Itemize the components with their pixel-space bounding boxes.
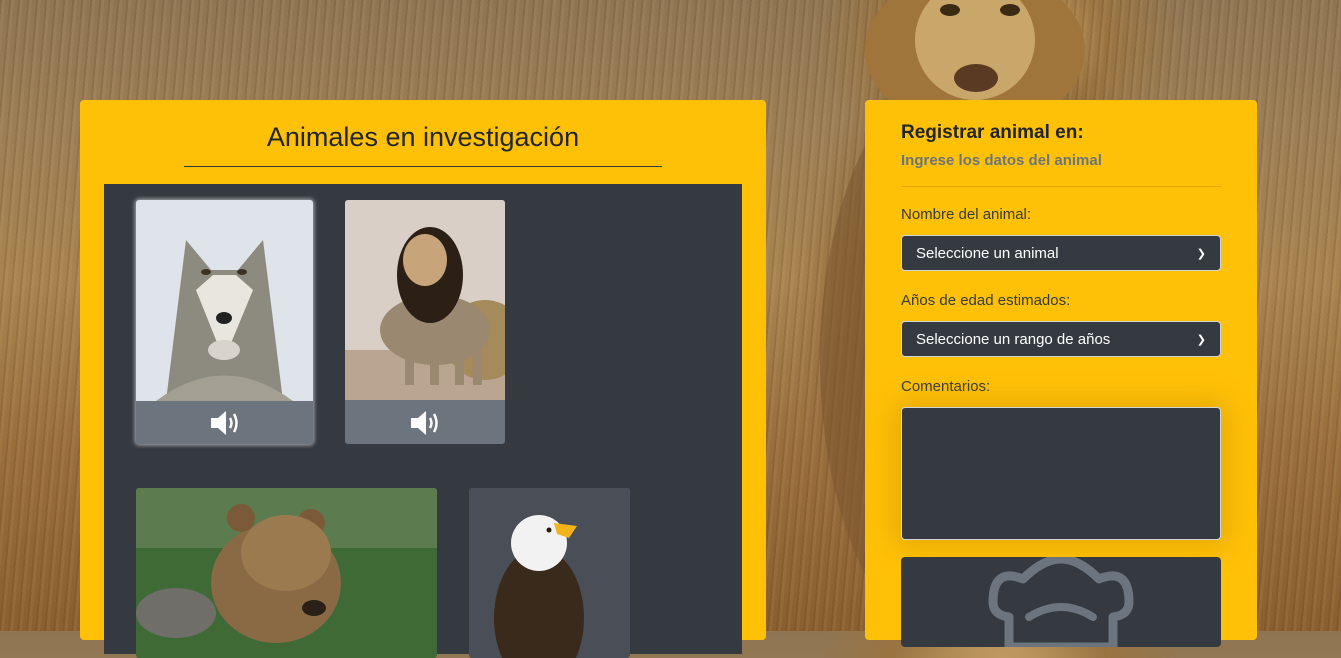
comments-textarea[interactable] (901, 407, 1221, 540)
gallery-panel: Animales en investigación (80, 100, 766, 658)
animal-card-bear[interactable] (136, 488, 437, 658)
animal-name-label: Nombre del animal: (901, 206, 1032, 223)
comments-label: Comentarios: (901, 378, 991, 395)
age-label: Años de edad estimados: (901, 292, 1071, 309)
wolf-image (136, 200, 313, 401)
animal-card-lion[interactable] (345, 200, 505, 444)
form-divider (901, 186, 1221, 187)
age-range-select[interactable]: Seleccione un rango de años ❯ (901, 321, 1221, 357)
lion-image (345, 200, 505, 400)
form-title: Registrar animal en: (901, 122, 1084, 143)
chevron-down-icon: ❯ (1196, 333, 1206, 346)
animal-gallery (104, 184, 742, 658)
animal-preview (901, 557, 1221, 647)
gallery-title: Animales en investigación (266, 122, 580, 152)
title-divider (184, 166, 662, 167)
chevron-down-icon: ❯ (1196, 247, 1206, 260)
form-subtitle: Ingrese los datos del animal (901, 152, 1102, 169)
lion-icon (988, 557, 1134, 647)
bear-image (136, 488, 437, 658)
animal-card-wolf[interactable] (136, 200, 313, 444)
register-form-panel: Registrar animal en: Ingrese los datos d… (865, 100, 1257, 647)
play-sound-button-wolf[interactable] (136, 401, 313, 444)
play-sound-button-lion[interactable] (345, 401, 505, 444)
speaker-icon (210, 410, 238, 435)
animal-name-select[interactable]: Seleccione un animal ❯ (901, 235, 1221, 271)
animal-name-select-value: Seleccione un animal (916, 244, 1059, 262)
eagle-image (469, 488, 630, 658)
speaker-icon (411, 410, 438, 435)
animal-card-eagle[interactable] (469, 488, 630, 658)
age-range-select-value: Seleccione un rango de años (916, 330, 1111, 348)
